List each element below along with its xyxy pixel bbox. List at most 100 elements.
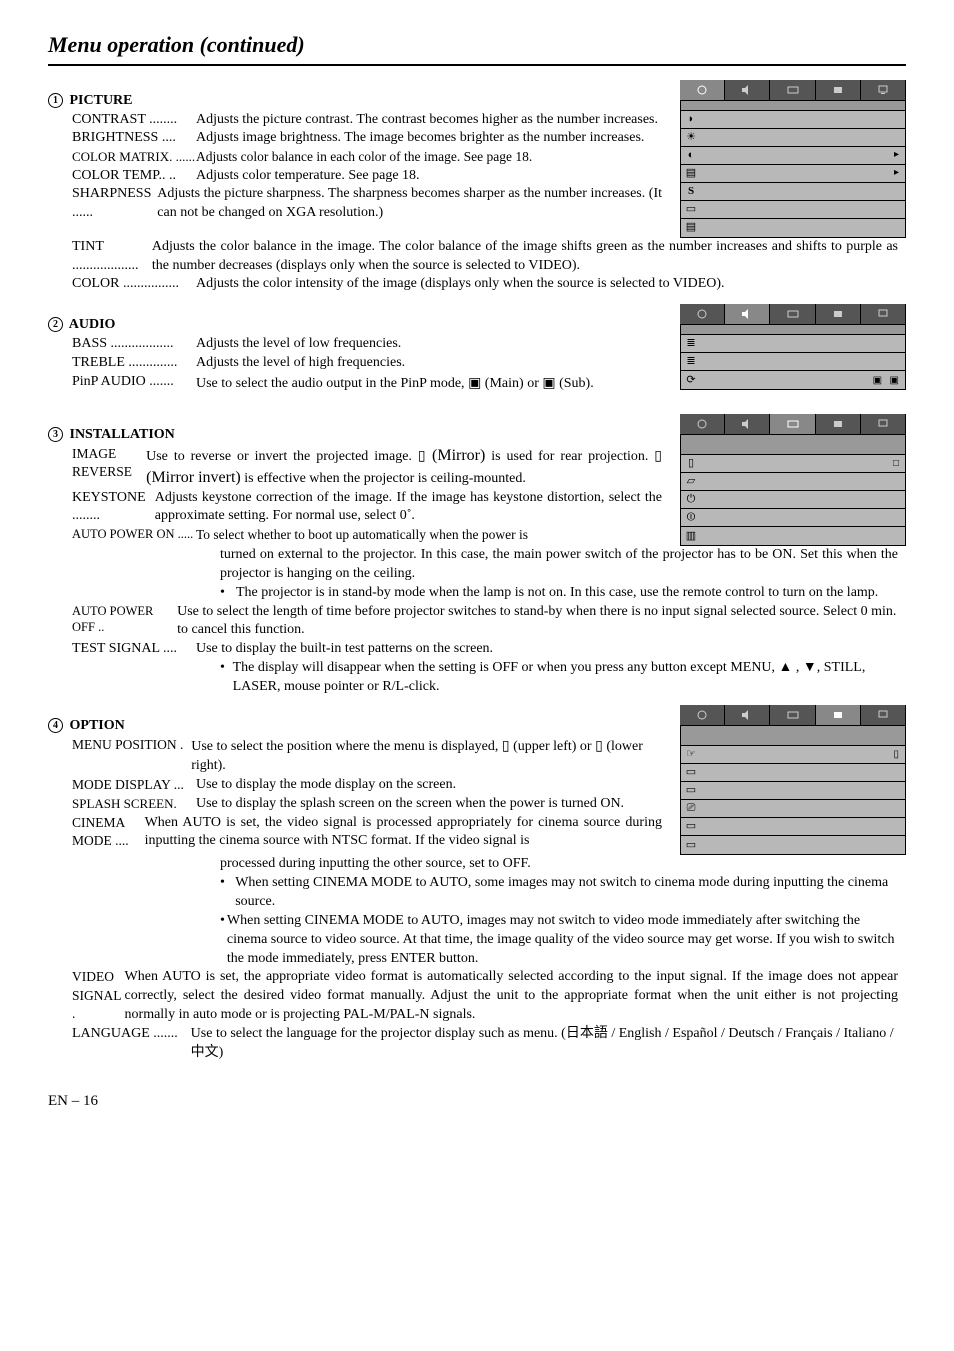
menu-row: ◗ bbox=[681, 111, 905, 129]
splash-label: SPLASH SCREEN. bbox=[72, 795, 196, 814]
ctemp-label: COLOR TEMP.. .. bbox=[72, 167, 196, 186]
bass-label: BASS .................. bbox=[72, 335, 196, 354]
apon-desc-2: turned on external to the projector. In … bbox=[72, 546, 898, 584]
circled-1: 1 bbox=[48, 93, 63, 108]
tab-install-icon bbox=[770, 304, 815, 324]
tab-install-icon bbox=[770, 80, 815, 100]
circled-4: 4 bbox=[48, 718, 63, 733]
option-title: OPTION bbox=[70, 718, 125, 733]
tab-option-icon bbox=[816, 304, 861, 324]
color-desc: Adjusts the color intensity of the image… bbox=[196, 275, 725, 294]
lang-label: LANGUAGE ....... bbox=[72, 1025, 191, 1063]
section-picture-header: 1 PICTURE bbox=[48, 92, 670, 111]
lang-desc: Use to select the language for the proje… bbox=[191, 1025, 898, 1063]
treble-label: TREBLE .............. bbox=[72, 354, 196, 373]
menu-row: ≣ bbox=[681, 335, 905, 353]
menu-row: ☀ bbox=[681, 129, 905, 147]
option-menu-preview: ☞▯ ▭ ▭ ⎚ ▭ ▭ bbox=[680, 705, 906, 855]
test-desc: Use to display the built-in test pattern… bbox=[196, 640, 493, 659]
cinema-bullet-1: When setting CINEMA MODE to AUTO, some i… bbox=[235, 874, 898, 912]
mode-label: MODE DISPLAY ... bbox=[72, 776, 196, 795]
tint-label: TINT ................... bbox=[72, 238, 152, 276]
section-option-header: 4 OPTION bbox=[48, 717, 670, 736]
menu-row: ▭ bbox=[681, 836, 905, 854]
vsig-desc: When AUTO is set, the appropriate video … bbox=[125, 968, 898, 1025]
section-audio-header: 2 AUDIO bbox=[48, 316, 670, 335]
menu-row: ▭ bbox=[681, 764, 905, 782]
color-label: COLOR ................ bbox=[72, 275, 196, 294]
ctemp-desc: Adjusts color temperature. See page 18. bbox=[196, 167, 420, 186]
menu-row: ▤ bbox=[681, 219, 905, 237]
cinema-bullet-2: When setting CINEMA MODE to AUTO, images… bbox=[227, 912, 898, 969]
menu-row: S bbox=[681, 183, 905, 201]
tab-install-icon bbox=[770, 414, 815, 434]
sharp-desc: Adjusts the picture sharpness. The sharp… bbox=[157, 185, 662, 223]
menu-row: ⎚ bbox=[681, 800, 905, 818]
cinema-desc-2: processed during inputting the other sou… bbox=[72, 855, 898, 874]
menu-row: ▭ bbox=[681, 782, 905, 800]
pinp-label: PinP AUDIO ....... bbox=[72, 373, 196, 394]
tab-signal-icon bbox=[861, 414, 906, 434]
tab-install-icon bbox=[770, 705, 815, 725]
tab-picture-icon bbox=[680, 304, 725, 324]
sharp-label: SHARPNESS ...... bbox=[72, 185, 157, 223]
bullet-dot: • bbox=[220, 659, 233, 697]
mirror-invert-icon: ▯ bbox=[654, 447, 662, 463]
apon-label: AUTO POWER ON ..... bbox=[72, 526, 196, 544]
treble-desc: Adjusts the level of high frequencies. bbox=[196, 354, 405, 373]
circled-3: 3 bbox=[48, 427, 63, 442]
audio-title: AUDIO bbox=[69, 317, 116, 332]
apon-desc-1: To select whether to boot up automatical… bbox=[196, 526, 528, 544]
imgrev-label: IMAGE REVERSE bbox=[72, 445, 146, 489]
keystone-desc: Adjusts keystone correction of the image… bbox=[155, 489, 662, 527]
brightness-label: BRIGHTNESS .... bbox=[72, 129, 196, 148]
vsig-label: VIDEO SIGNAL . bbox=[72, 968, 125, 1025]
tint-desc: Adjusts the color balance in the image. … bbox=[152, 238, 898, 276]
cmatrix-label: COLOR MATRIX. ...... bbox=[72, 148, 196, 166]
pinp-desc: Use to select the audio output in the Pi… bbox=[196, 373, 594, 394]
menu-row: ▤▸ bbox=[681, 165, 905, 183]
mirror-icon: ▯ bbox=[418, 447, 426, 463]
audio-menu-preview: ≣ ≣ ⟳▣ ▣ bbox=[680, 304, 906, 390]
apon-bullet: The projector is in stand-by mode when t… bbox=[236, 584, 878, 603]
apoff-desc: Use to select the length of time before … bbox=[177, 603, 898, 641]
keystone-label: KEYSTONE ........ bbox=[72, 489, 155, 527]
menu-row: ≣ bbox=[681, 353, 905, 371]
title-rule bbox=[48, 64, 906, 66]
picture-title: PICTURE bbox=[70, 93, 133, 108]
lower-right-icon: ▯ bbox=[595, 737, 603, 753]
apoff-label: AUTO POWER OFF .. bbox=[72, 603, 177, 641]
tab-picture-icon bbox=[680, 414, 725, 434]
tab-audio-icon bbox=[725, 304, 770, 324]
tab-audio-icon bbox=[725, 414, 770, 434]
menu-row: ⏼ bbox=[681, 509, 905, 527]
picture-menu-preview: ◗ ☀ ◐▸ ▤▸ S ▭ ▤ bbox=[680, 80, 906, 238]
circled-2: 2 bbox=[48, 317, 63, 332]
tab-picture-icon bbox=[680, 705, 725, 725]
tab-option-icon bbox=[816, 414, 861, 434]
menu-row: ▭ bbox=[681, 201, 905, 219]
menu-row: ◐▸ bbox=[681, 147, 905, 165]
cmatrix-desc: Adjusts color balance in each color of t… bbox=[196, 148, 532, 166]
contrast-label: CONTRAST ........ bbox=[72, 111, 196, 130]
menu-row: ▯□ bbox=[681, 455, 905, 473]
imgrev-desc: Use to reverse or invert the projected i… bbox=[146, 445, 662, 489]
cinema-label: CINEMA MODE .... bbox=[72, 814, 145, 852]
splash-desc: Use to display the splash screen on the … bbox=[196, 795, 624, 814]
bass-desc: Adjusts the level of low frequencies. bbox=[196, 335, 401, 354]
menupos-desc: Use to select the position where the men… bbox=[191, 736, 662, 776]
cinema-desc-1: When AUTO is set, the video signal is pr… bbox=[145, 814, 662, 852]
menupos-label: MENU POSITION . bbox=[72, 736, 191, 776]
page-title: Menu operation (continued) bbox=[48, 30, 906, 60]
bullet-dot: • bbox=[220, 584, 236, 603]
brightness-desc: Adjusts image brightness. The image beco… bbox=[196, 129, 644, 148]
menu-row: ▱ bbox=[681, 473, 905, 491]
menu-row: ▥ bbox=[681, 527, 905, 545]
tab-signal-icon bbox=[861, 705, 906, 725]
tab-audio-icon bbox=[725, 80, 770, 100]
menu-row: ▭ bbox=[681, 818, 905, 836]
installation-menu-preview: ▯□ ▱ ⏻ ⏼ ▥ bbox=[680, 414, 906, 546]
test-label: TEST SIGNAL .... bbox=[72, 640, 196, 659]
page-number: EN – 16 bbox=[48, 1091, 906, 1111]
installation-title: INSTALLATION bbox=[70, 427, 175, 442]
